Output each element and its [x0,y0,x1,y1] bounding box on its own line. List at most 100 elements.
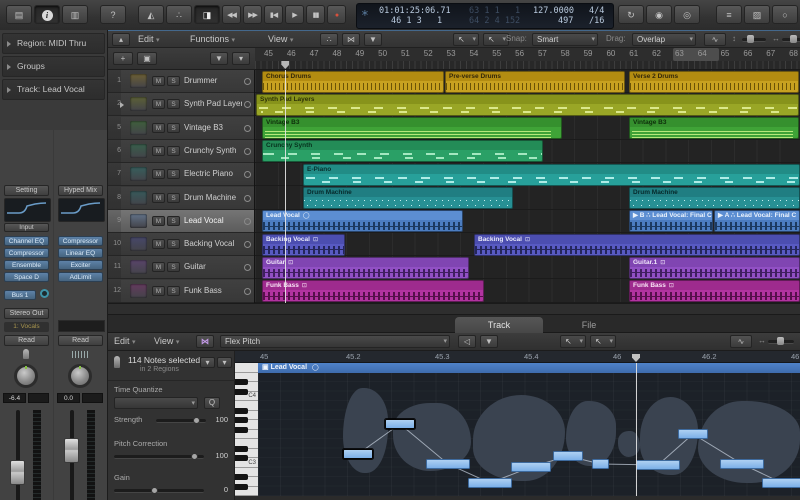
rewind-button[interactable]: ◀◀ [222,5,241,24]
flex-mode-dropdown[interactable]: Flex Pitch▾ [220,335,450,348]
snap-dropdown[interactable]: Smart▾ [532,33,598,46]
track-header-lead-vocal[interactable]: 9MSLead Vocal [108,210,255,233]
plugin-slot[interactable]: Linear EQ [58,248,103,258]
metronome-button[interactable]: ◭ [138,5,164,24]
track-solo-button[interactable]: S [167,193,180,203]
vertical-zoom-thumb[interactable] [747,35,754,43]
horizontal-zoom-thumb[interactable] [790,35,797,43]
quick-help-button[interactable]: ? [100,5,126,24]
group-slot[interactable]: 1: Vocals [4,322,49,332]
toolbox-button[interactable]: ◨ [194,5,220,24]
editor-catch-playhead-button[interactable]: ▾ [200,357,215,368]
region-backing-vocal[interactable]: Backing Vocal⊡ [474,234,800,256]
black-key[interactable] [235,379,248,385]
region-vintage-b3[interactable]: Vintage B3 [262,117,562,139]
region-verse-2-drums[interactable]: Verse 2 Drums [629,71,799,93]
track-header-funk-bass[interactable]: 12MSFunk Bass [108,280,255,303]
region--a-lead-vocal-final-c[interactable]: ▶ A ∴ Lead Vocal: Final C [714,210,800,232]
editor-playhead-line[interactable] [636,363,637,496]
flex-icon[interactable]: ⋈ [342,33,360,46]
record-button[interactable]: ● [327,5,346,24]
output-button[interactable]: Stereo Out [4,308,49,319]
send-slot[interactable]: Bus 1 [4,290,36,300]
smart-controls-toggle[interactable]: ▥ [62,5,88,24]
strip-input-button[interactable]: Input [4,223,49,232]
track-solo-button[interactable]: S [167,286,180,296]
flex-pitch-canvas[interactable]: ▣ Lead Vocal ◯ [258,363,800,496]
automation-mode-button[interactable]: Read [4,335,49,346]
track-on-off-button[interactable] [244,264,251,271]
track-solo-button[interactable]: S [167,99,180,109]
track-header-backing-vocal[interactable]: 10MSBacking Vocal [108,233,255,256]
track-mute-button[interactable]: M [152,216,165,226]
add-track-button[interactable]: + [113,52,133,65]
tracks-area[interactable]: Chorus DrumsPre-verse DrumsVerse 2 Drums… [255,70,800,303]
black-key[interactable] [235,417,248,423]
region-backing-vocal[interactable]: Backing Vocal⊡ [262,234,345,256]
track-mute-button[interactable]: M [152,262,165,272]
white-key[interactable] [235,363,258,373]
flex-pitch-note[interactable] [592,459,609,469]
track-mute-button[interactable]: M [152,76,165,86]
track-disclosure-icon[interactable] [120,102,124,108]
track-mute-button[interactable]: M [152,286,165,296]
region-synth-pad-layers[interactable]: Synth Pad Layers [256,94,799,116]
track-solo-button[interactable]: S [167,262,180,272]
flex-pitch-note[interactable] [762,478,800,488]
strip-setting-button[interactable]: Hyped Mix [58,185,103,196]
piano-keyboard[interactable]: C4C3 [235,363,258,496]
black-key[interactable] [235,389,248,395]
plugin-slot[interactable]: Compressor [58,236,103,246]
tab-file[interactable]: File [545,317,633,333]
horizontal-zoom-slider[interactable] [782,38,800,42]
region-funk-bass[interactable]: Funk Bass⊡ [629,280,800,302]
region-drum-machine[interactable]: Drum Machine [303,187,513,209]
track-mute-button[interactable]: M [152,146,165,156]
menu-edit[interactable]: Edit ▾ [138,33,160,47]
drag-dropdown[interactable]: Overlap▾ [632,33,696,46]
editor-ruler[interactable]: 4545.245.345.44646.246.3 [235,351,800,363]
flex-pitch-note[interactable] [468,478,512,488]
play-button[interactable]: ▶ [285,5,304,24]
track-on-off-button[interactable] [244,101,251,108]
count-in-button[interactable]: ∴ [166,5,192,24]
editor-region-header[interactable]: ▣ Lead Vocal ◯ [258,363,800,373]
automation-icon[interactable]: ∴ [320,33,338,46]
black-key[interactable] [235,408,248,414]
track-on-off-button[interactable] [244,148,251,155]
black-key[interactable] [235,455,248,461]
playhead-line[interactable] [285,70,286,303]
quantize-apply-button[interactable]: Q [204,397,220,409]
inspector-toggle[interactable]: i [34,5,60,24]
editor-menu-view[interactable]: View ▾ [154,335,179,349]
loop-browser-button[interactable]: ○ [772,5,798,24]
menu-functions[interactable]: Functions ▾ [190,33,235,47]
pitch-correction-slider-thumb[interactable] [191,453,198,460]
strength-slider[interactable] [156,419,206,423]
track-mute-button[interactable]: M [152,193,165,203]
track-header-vintage-b3[interactable]: 5MSVintage B3 [108,117,255,140]
editor-menu-edit[interactable]: Edit ▾ [114,335,136,349]
track-on-off-button[interactable] [244,195,251,202]
editor-zoom-slider[interactable] [768,340,794,344]
black-key[interactable] [235,427,248,433]
flex-pitch-note[interactable] [553,451,583,461]
plugin-slot[interactable]: Channel EQ [4,236,49,246]
editor-catch-button[interactable]: ▼ [480,335,498,348]
region-guitar[interactable]: Guitar⊡ [262,257,469,279]
plugin-slot[interactable]: Exciter [58,260,103,270]
editor-waveform-zoom-button[interactable]: ∿ [730,335,752,348]
eq-thumbnail[interactable] [58,198,105,222]
waveform-zoom-button[interactable]: ∿ [704,33,726,46]
track-on-off-button[interactable] [244,241,251,248]
eq-thumbnail[interactable] [4,198,51,222]
flex-pitch-note[interactable] [511,462,551,472]
flex-pitch-note[interactable] [720,459,764,469]
region-pre-verse-drums[interactable]: Pre-verse Drums [445,71,625,93]
track-on-off-button[interactable] [244,218,251,225]
pan-knob[interactable] [14,364,38,388]
flex-pitch-note[interactable] [385,419,415,429]
low-latency-button[interactable]: ◎ [674,5,700,24]
autopunch-button[interactable]: ◉ [646,5,672,24]
volume-fader[interactable] [64,438,79,463]
